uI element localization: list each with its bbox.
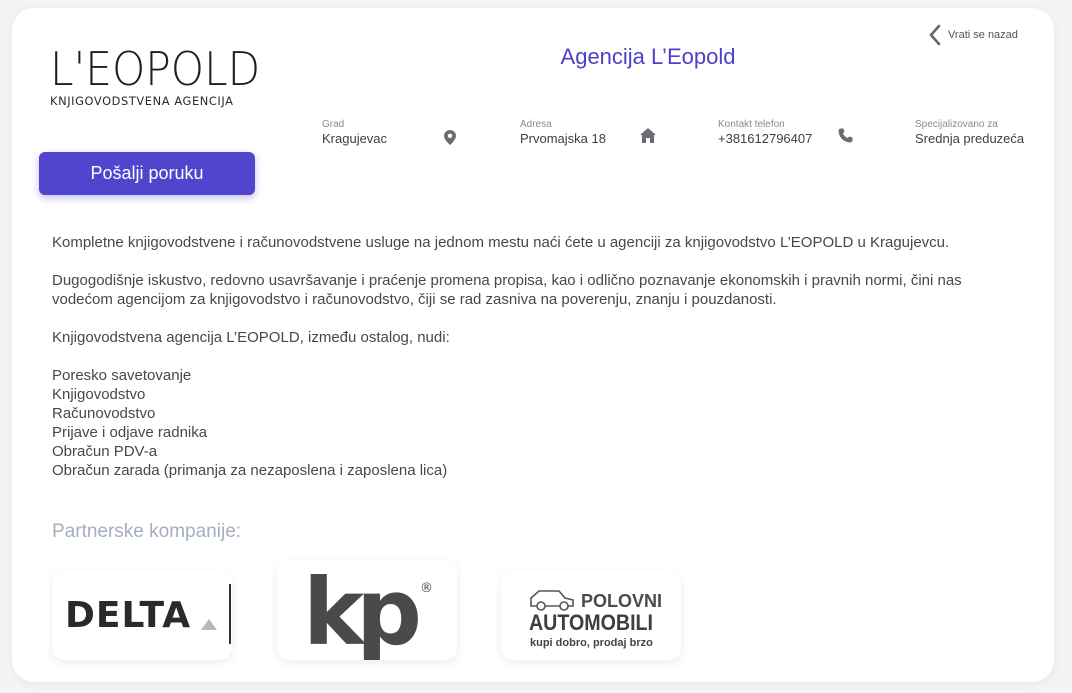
home-icon	[640, 128, 656, 143]
service-item: Obračun PDV-a	[52, 443, 158, 460]
agency-description: Kompletne knjigovodstvene i računovodstv…	[52, 233, 1002, 480]
service-item: Poresko savetovanje	[52, 367, 192, 384]
back-link-label: Vrati se nazad	[948, 29, 1018, 41]
info-phone-value: +381612796407	[718, 131, 813, 146]
description-paragraph: Dugogodišnje iskustvo, redovno usavršava…	[52, 272, 962, 308]
chevron-left-icon	[929, 24, 941, 46]
description-paragraph: Kompletne knjigovodstvene i računovodstv…	[52, 234, 950, 251]
partner-polovni-automobili[interactable]: POLOVNI AUTOMOBILI kupi dobro, prodaj br…	[501, 570, 681, 660]
info-address-label: Adresa	[520, 119, 552, 130]
service-item: Obračun zarada (primanja za nezaposlena …	[52, 462, 448, 479]
partner-delta[interactable]: DELTA	[52, 570, 232, 660]
info-city-value: Kragujevac	[322, 131, 388, 146]
location-pin-icon	[444, 130, 456, 145]
polovni-automobili-logo: POLOVNI AUTOMOBILI kupi dobro, prodaj br…	[529, 590, 662, 649]
logo-wordmark: L'EOPOLD	[50, 42, 261, 96]
kp-logo-text: kp	[303, 560, 418, 660]
info-city: Grad Kragujevac	[322, 119, 387, 147]
polovni-logo-text: POLOVNI	[581, 591, 662, 611]
info-specialization: Specijalizovano za Srednja preduzeća	[915, 119, 1024, 147]
logo-subtitle: KNJIGOVODSTVENA AGENCIJA	[50, 94, 234, 108]
partner-kp[interactable]: kp ®	[277, 560, 457, 660]
info-specialization-label: Specijalizovano za	[915, 119, 998, 130]
delta-logo-text: DELTA	[65, 595, 191, 636]
polovni-tagline: kupi dobro, prodaj brzo	[530, 637, 653, 649]
agency-logo: L'EOPOLD KNJIGOVODSTVENA AGENCIJA	[50, 42, 261, 108]
back-link[interactable]: Vrati se nazad	[928, 24, 1018, 46]
automobili-logo-text: AUTOMOBILI	[529, 610, 653, 635]
service-item: Računovodstvo	[52, 405, 156, 422]
service-item: Knjigovodstvo	[52, 386, 146, 403]
info-phone-label: Kontakt telefon	[718, 119, 785, 130]
services-intro: Knjigovodstvena agencija L’EOPOLD, izmeđ…	[52, 329, 450, 346]
service-item: Prijave i odjave radnika	[52, 424, 208, 441]
send-message-button[interactable]: Pošalji poruku	[39, 152, 255, 195]
info-city-label: Grad	[322, 119, 345, 130]
info-address: Adresa Prvomajska 18	[520, 119, 606, 147]
info-specialization-value: Srednja preduzeća	[915, 131, 1025, 146]
services-list: Poresko savetovanje Knjigovodstvo Računo…	[52, 366, 1002, 480]
page-title: Agencija L’Eopold	[560, 44, 736, 69]
delta-logo: DELTA	[65, 584, 231, 644]
partners-heading: Partnerske kompanije:	[52, 521, 242, 542]
info-phone: Kontakt telefon +381612796407	[718, 119, 812, 147]
kp-logo: kp ®	[303, 560, 433, 660]
info-address-value: Prvomajska 18	[520, 131, 606, 146]
kp-registered-mark: ®	[420, 581, 433, 596]
phone-icon	[838, 128, 853, 143]
